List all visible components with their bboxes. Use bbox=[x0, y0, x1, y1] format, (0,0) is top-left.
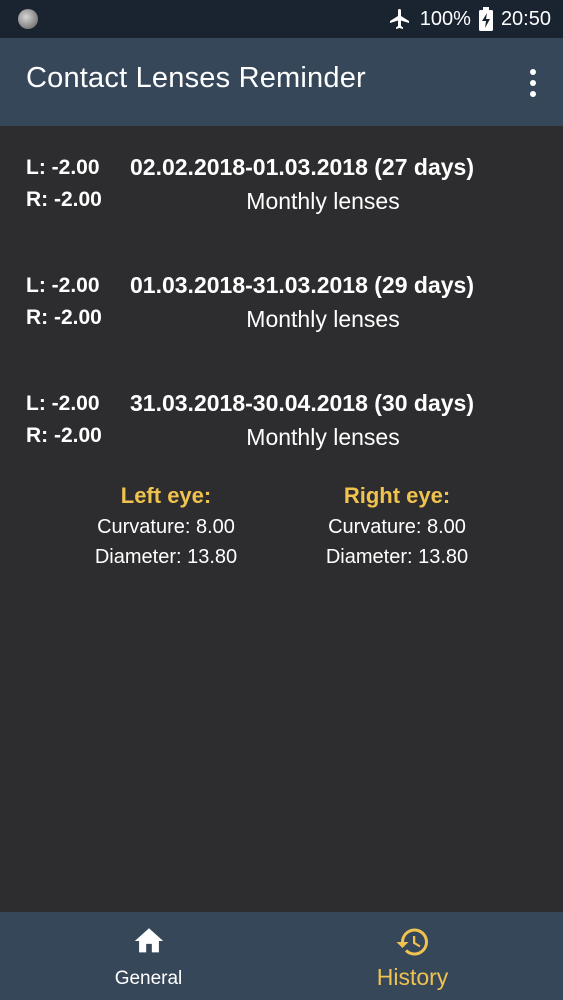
nav-history[interactable]: History bbox=[272, 912, 553, 1000]
left-eye-title: Left eye: bbox=[120, 483, 212, 508]
battery-charging-icon bbox=[478, 7, 493, 31]
airplane-icon bbox=[389, 9, 409, 29]
right-eye-title: Right eye: bbox=[343, 483, 451, 508]
app-bar: Contact Lenses Reminder bbox=[0, 38, 563, 126]
battery-percent: 100% bbox=[419, 7, 471, 30]
lens-type: Monthly lenses bbox=[246, 188, 400, 214]
bottom-navigation: General History bbox=[0, 912, 563, 1000]
nav-general-label: General bbox=[114, 968, 183, 989]
home-icon bbox=[134, 928, 163, 953]
right-eye-diameter: Diameter: 13.80 bbox=[325, 546, 469, 568]
nav-history-label: History bbox=[376, 964, 449, 990]
history-entry[interactable]: L: -2.00 R: -2.00 31.03.2018-30.04.2018 … bbox=[0, 362, 563, 450]
right-eye-panel: Right eye: Curvature: 8.00 Diameter: 13.… bbox=[297, 480, 497, 572]
wear-period: 31.03.2018-30.04.2018 (30 days) bbox=[130, 390, 474, 416]
left-power: L: -2.00 bbox=[26, 156, 100, 179]
notification-dot-icon bbox=[18, 9, 38, 29]
overflow-menu-icon[interactable] bbox=[523, 66, 543, 100]
left-eye-curvature: Curvature: 8.00 bbox=[97, 516, 235, 538]
right-power: R: -2.00 bbox=[26, 188, 102, 211]
lens-type: Monthly lenses bbox=[246, 424, 400, 450]
status-right: 100% 20:50 bbox=[388, 0, 551, 38]
left-eye-panel: Left eye: Curvature: 8.00 Diameter: 13.8… bbox=[66, 480, 266, 572]
status-left bbox=[18, 9, 38, 29]
left-power: L: -2.00 bbox=[26, 274, 100, 297]
menu-dot bbox=[530, 80, 536, 86]
left-eye-diameter: Diameter: 13.80 bbox=[94, 546, 238, 568]
clock: 20:50 bbox=[500, 7, 551, 30]
right-power: R: -2.00 bbox=[26, 306, 102, 329]
screen: 100% 20:50 Contact Lenses Reminder L: -2… bbox=[0, 0, 563, 1000]
history-icon bbox=[396, 928, 428, 956]
eye-parameters: Left eye: Curvature: 8.00 Diameter: 13.8… bbox=[0, 480, 563, 580]
left-power: L: -2.00 bbox=[26, 392, 100, 415]
right-power: R: -2.00 bbox=[26, 424, 102, 447]
menu-dot bbox=[530, 91, 536, 97]
wear-period: 02.02.2018-01.03.2018 (27 days) bbox=[130, 154, 474, 180]
app-title: Contact Lenses Reminder bbox=[26, 62, 366, 94]
status-bar: 100% 20:50 bbox=[0, 0, 563, 38]
menu-dot bbox=[530, 69, 536, 75]
history-entry[interactable]: L: -2.00 R: -2.00 02.02.2018-01.03.2018 … bbox=[0, 126, 563, 214]
history-entry[interactable]: L: -2.00 R: -2.00 01.03.2018-31.03.2018 … bbox=[0, 244, 563, 332]
wear-period: 01.03.2018-31.03.2018 (29 days) bbox=[130, 272, 474, 298]
right-eye-curvature: Curvature: 8.00 bbox=[328, 516, 466, 538]
lens-type: Monthly lenses bbox=[246, 306, 400, 332]
nav-general[interactable]: General bbox=[8, 912, 289, 1000]
